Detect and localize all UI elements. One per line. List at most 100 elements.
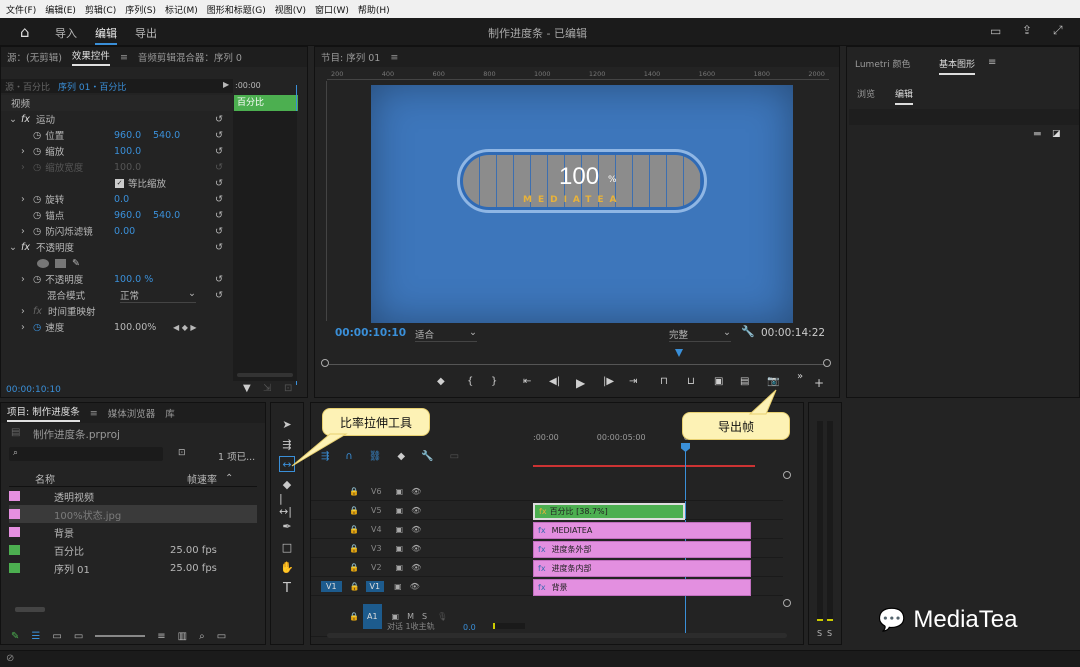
sync-icon[interactable]: ▣ <box>396 544 404 553</box>
freeform-view-icon[interactable]: ▭ <box>74 631 83 642</box>
clip-percent[interactable]: fx 百分比 [38.7%] <box>533 503 685 520</box>
sync-icon[interactable]: ▣ <box>396 487 404 496</box>
reset-icon[interactable]: ↺ <box>215 226 223 237</box>
tab-essential-graphics[interactable]: 基本图形 <box>939 57 976 75</box>
list-item[interactable]: 背景 <box>9 523 257 541</box>
uniform-scale-checkbox[interactable]: ✓ <box>115 178 124 188</box>
effect-opacity[interactable]: 不透明度 <box>36 240 74 254</box>
type-tool-icon[interactable]: T <box>279 580 295 596</box>
work-area-bar[interactable] <box>533 465 755 467</box>
insert-icon[interactable]: ▣ <box>714 376 723 387</box>
sort-icon[interactable]: ⌃ <box>225 473 233 484</box>
vscroll-handle-top[interactable] <box>783 471 791 479</box>
program-timecode[interactable]: 00:00:10:10 <box>335 327 406 339</box>
stopwatch-icon[interactable]: ◷ <box>33 210 41 221</box>
solo-right[interactable]: S <box>827 629 832 638</box>
reset-icon[interactable]: ↺ <box>215 274 223 285</box>
captions-icon[interactable]: ▭ <box>450 451 459 462</box>
lock-icon[interactable]: 🔒 <box>349 563 359 572</box>
sequence-path[interactable]: 序列 01・百分比 <box>58 80 126 93</box>
step-back-icon[interactable]: ◀| <box>549 376 560 387</box>
go-to-in-icon[interactable]: ⇤ <box>523 376 531 387</box>
reset-icon[interactable]: ↺ <box>215 146 223 157</box>
slip-tool-icon[interactable]: |↔| <box>279 492 295 518</box>
vscroll-handle-bottom[interactable] <box>783 599 791 607</box>
workspace-export[interactable]: 导出 <box>135 25 157 41</box>
rotation-value[interactable]: 0.0 <box>114 194 129 205</box>
stopwatch-icon[interactable]: ◷ <box>33 194 41 205</box>
scroll-start-handle[interactable] <box>321 359 329 367</box>
step-forward-icon[interactable]: |▶ <box>603 376 614 387</box>
add-marker-icon[interactable]: ◆ <box>437 376 445 387</box>
video-frame[interactable]: 100 % MEDIATEA <box>371 85 793 323</box>
automate-icon[interactable]: ▥ <box>178 631 187 642</box>
menu-help[interactable]: 帮助(H) <box>358 3 390 16</box>
solo-left[interactable]: S <box>817 629 822 638</box>
new-bin-icon[interactable]: ▭ <box>217 631 226 642</box>
new-layer-icon[interactable]: ◪ <box>1052 129 1061 139</box>
reset-icon[interactable]: ↺ <box>215 242 223 253</box>
anchor-x[interactable]: 960.0 <box>114 210 141 221</box>
opacity-value[interactable]: 100.0 % <box>114 274 153 285</box>
linked-selection-icon[interactable]: ⛓ <box>369 451 382 462</box>
column-frame-rate[interactable]: 帧速率 <box>187 471 217 486</box>
layers-list[interactable] <box>849 109 1079 125</box>
pencil-icon[interactable]: ✎ <box>11 631 19 642</box>
workspace-import[interactable]: 导入 <box>55 25 77 41</box>
stopwatch-icon[interactable]: ◷ <box>33 226 41 237</box>
add-marker-icon[interactable]: ◆ <box>397 451 405 462</box>
icon-view-icon[interactable]: ▭ <box>52 631 61 642</box>
stopwatch-icon[interactable]: ◷ <box>33 130 41 141</box>
expand-right-icon[interactable]: ▶ <box>223 80 229 89</box>
clip-mediatea[interactable]: fx MEDIATEA <box>533 522 751 539</box>
razor-tool-icon[interactable]: ◆ <box>279 476 295 492</box>
reset-icon[interactable]: ↺ <box>215 194 223 205</box>
scroll-end-handle[interactable] <box>823 359 831 367</box>
camera-icon[interactable]: 📷 <box>767 376 779 387</box>
panel-menu-icon[interactable]: ≡ <box>120 52 128 63</box>
lock-icon[interactable]: 🔒 <box>349 487 359 496</box>
sync-icon[interactable]: ▣ <box>396 525 404 534</box>
tab-media-browser[interactable]: 媒体浏览器 <box>108 406 156 420</box>
menu-window[interactable]: 窗口(W) <box>315 3 349 16</box>
eye-icon[interactable]: 👁 <box>411 506 421 515</box>
menu-marker[interactable]: 标记(M) <box>165 3 198 16</box>
menu-graphics[interactable]: 图形和标题(G) <box>207 3 266 16</box>
more-buttons-icon[interactable]: » <box>797 371 803 382</box>
anchor-y[interactable]: 540.0 <box>153 210 180 221</box>
menu-edit[interactable]: 编辑(E) <box>45 3 76 16</box>
extract-icon[interactable]: ⊔ <box>687 376 695 387</box>
new-bin-icon[interactable]: ⊡ <box>178 448 186 458</box>
panel-menu-icon[interactable]: ≡ <box>90 408 98 419</box>
effect-timecode[interactable]: 00:00:10:10 <box>6 385 61 395</box>
scale-value[interactable]: 100.0 <box>114 146 141 157</box>
effect-time-remap[interactable]: 时间重映射 <box>48 304 96 318</box>
source-patch-v1[interactable]: V1 <box>321 581 342 592</box>
lock-icon[interactable]: 🔒 <box>349 525 359 534</box>
list-item[interactable]: 序列 01 25.00 fps <box>9 559 257 577</box>
tab-lumetri[interactable]: Lumetri 颜色 <box>855 57 910 70</box>
stopwatch-icon[interactable]: ◷ <box>33 322 41 333</box>
flicker-value[interactable]: 0.00 <box>114 226 135 237</box>
panel-menu-icon[interactable]: ≡ <box>390 52 398 63</box>
effect-motion[interactable]: 运动 <box>36 112 55 126</box>
hand-tool-icon[interactable]: ✋ <box>279 559 295 575</box>
lock-icon[interactable]: 🔒 <box>349 506 359 515</box>
clip-inner-bar[interactable]: fx 进度条内部 <box>533 560 751 577</box>
find-icon[interactable]: ⌕ <box>199 631 205 642</box>
tab-effect-controls[interactable]: 效果控件 <box>71 48 110 66</box>
timeline-settings-icon[interactable]: 🔧 <box>421 451 433 462</box>
sync-icon[interactable]: ▣ <box>392 612 400 621</box>
mini-timeline-ruler[interactable] <box>329 353 825 365</box>
eye-icon[interactable]: 👁 <box>411 487 421 496</box>
go-to-out-icon[interactable]: ⇥ <box>629 376 637 387</box>
list-item[interactable]: 透明视频 <box>9 487 257 505</box>
mark-in-icon[interactable]: { <box>467 376 473 387</box>
pen-tool-icon[interactable]: ✒ <box>279 518 295 534</box>
tab-browse[interactable]: 浏览 <box>857 87 875 100</box>
mark-out-icon[interactable]: } <box>491 376 497 387</box>
speed-value[interactable]: 100.00% <box>114 322 156 333</box>
lock-icon[interactable]: 🔒 <box>349 612 359 621</box>
position-x[interactable]: 960.0 <box>114 130 141 141</box>
home-icon[interactable]: ⌂ <box>20 23 30 41</box>
